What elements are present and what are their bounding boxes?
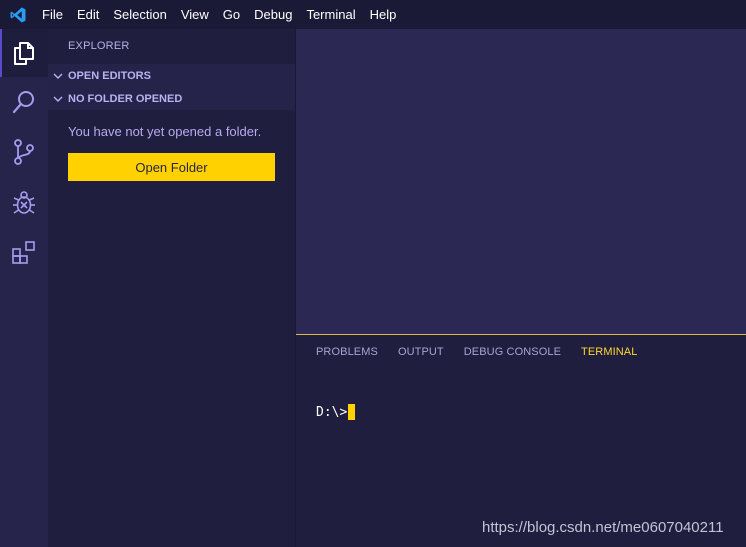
terminal[interactable]: D:\> — [316, 404, 356, 420]
source-control-icon — [14, 139, 34, 165]
activity-debug[interactable] — [0, 179, 48, 227]
vscode-logo-icon — [0, 0, 36, 29]
tab-terminal[interactable]: TERMINAL — [581, 346, 637, 358]
menu-terminal[interactable]: Terminal — [299, 0, 362, 29]
menu-selection[interactable]: Selection — [106, 0, 173, 29]
sidebar-title: EXPLORER — [68, 40, 130, 52]
menu-help[interactable]: Help — [363, 0, 404, 29]
no-folder-message: You have not yet opened a folder. — [68, 124, 262, 139]
watermark: https://blog.csdn.net/me0607040211 — [482, 519, 724, 536]
menu-debug[interactable]: Debug — [247, 0, 299, 29]
tab-debug-console[interactable]: DEBUG CONSOLE — [464, 346, 561, 358]
open-folder-button[interactable]: Open Folder — [68, 153, 275, 181]
menu-view[interactable]: View — [174, 0, 216, 29]
tab-output[interactable]: OUTPUT — [398, 346, 444, 358]
activity-extensions[interactable] — [0, 229, 48, 277]
editor-area — [296, 29, 746, 334]
debug-icon — [13, 191, 35, 214]
section-label: NO FOLDER OPENED — [68, 92, 183, 105]
search-icon — [12, 91, 34, 114]
menu-go[interactable]: Go — [216, 0, 247, 29]
panel-tabs: PROBLEMS OUTPUT DEBUG CONSOLE TERMINAL — [316, 346, 657, 358]
activity-source-control[interactable] — [0, 128, 48, 176]
files-icon — [14, 42, 34, 65]
menu-file[interactable]: File — [36, 0, 70, 29]
activity-search[interactable] — [0, 78, 48, 126]
explorer-sidebar: EXPLORER OPEN EDITORS NO FOLDER OPENED Y… — [48, 29, 295, 547]
terminal-prompt: D:\> — [316, 404, 348, 420]
chevron-down-icon — [48, 95, 68, 103]
terminal-cursor — [348, 404, 356, 420]
bottom-panel: PROBLEMS OUTPUT DEBUG CONSOLE TERMINAL D… — [296, 334, 746, 547]
chevron-down-icon — [48, 72, 68, 80]
title-bar: File Edit Selection View Go Debug Termin… — [0, 0, 746, 29]
tab-problems[interactable]: PROBLEMS — [316, 346, 378, 358]
extensions-icon — [12, 241, 35, 264]
menu-edit[interactable]: Edit — [70, 0, 106, 29]
section-label: OPEN EDITORS — [68, 69, 151, 82]
activity-bar — [0, 29, 48, 547]
section-open-editors[interactable]: OPEN EDITORS — [48, 64, 295, 87]
section-no-folder-opened[interactable]: NO FOLDER OPENED — [48, 87, 295, 110]
activity-explorer[interactable] — [0, 29, 48, 77]
